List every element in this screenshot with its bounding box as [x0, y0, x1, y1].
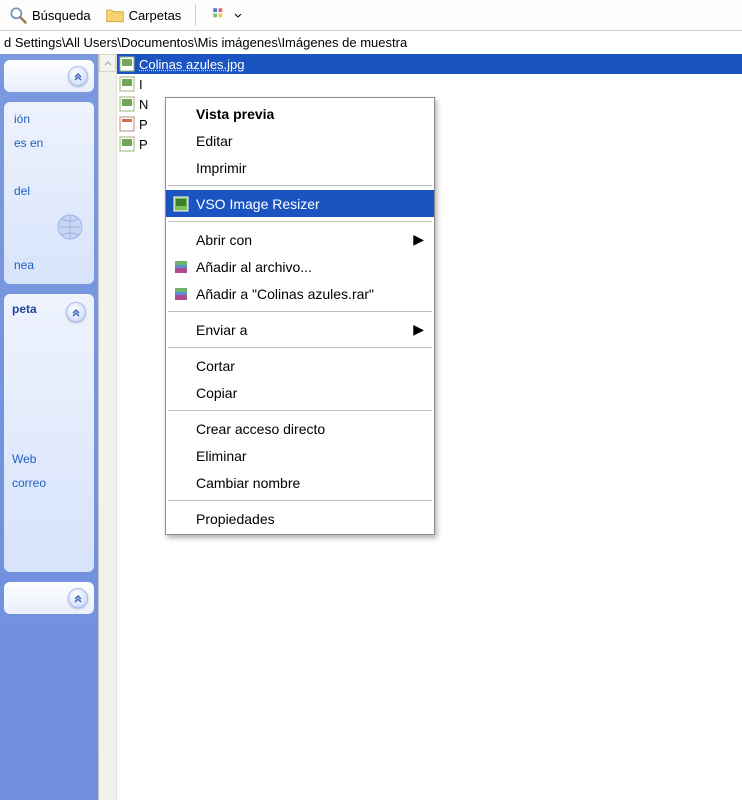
ctx-separator: [168, 410, 432, 411]
sidebar-panel-collapse-bottom: [4, 582, 94, 614]
sidebar-panel-tasks: ión es en del nea: [4, 102, 94, 284]
ctx-separator: [168, 347, 432, 348]
image-file-icon: [119, 56, 135, 72]
ctx-properties[interactable]: Propiedades: [166, 505, 434, 532]
scrollbar-vertical[interactable]: [99, 54, 117, 800]
toolbar: Búsqueda Carpetas: [0, 0, 742, 30]
folder-icon: [105, 5, 125, 25]
collapse-button[interactable]: [66, 302, 86, 322]
ctx-delete[interactable]: Eliminar: [166, 442, 434, 469]
file-name: P: [139, 137, 148, 152]
file-row[interactable]: I: [117, 74, 742, 94]
winrar-icon: [172, 258, 190, 276]
scroll-up-button[interactable]: [99, 54, 116, 72]
ctx-separator: [168, 500, 432, 501]
ctx-add-rar[interactable]: Añadir a "Colinas azules.rar": [166, 280, 434, 307]
toolbar-separator: [195, 4, 196, 26]
ctx-separator: [168, 185, 432, 186]
ctx-vso-resizer[interactable]: VSO Image Resizer: [166, 190, 434, 217]
ctx-copy[interactable]: Copiar: [166, 379, 434, 406]
search-button[interactable]: Búsqueda: [4, 3, 95, 27]
ctx-rename[interactable]: Cambiar nombre: [166, 469, 434, 496]
sidebar-task-item[interactable]: es en: [14, 136, 86, 150]
file-name: I: [139, 77, 143, 92]
context-menu: Vista previa Editar Imprimir VSO Image R…: [165, 97, 435, 535]
sidebar-task-item[interactable]: ión: [14, 112, 86, 126]
sidebar-task-item[interactable]: Web: [12, 452, 86, 466]
globe-icon: [54, 211, 86, 246]
sidebar-task-item[interactable]: del: [14, 184, 86, 198]
search-label: Búsqueda: [32, 8, 91, 23]
submenu-arrow-icon: ▶: [413, 231, 424, 248]
image-file-icon: [119, 136, 135, 152]
sidebar-task-item[interactable]: nea: [14, 258, 86, 272]
file-name: P: [139, 117, 148, 132]
submenu-arrow-icon: ▶: [413, 321, 424, 338]
view-button[interactable]: [206, 3, 246, 27]
view-icon: [210, 5, 230, 25]
image-file-icon: [119, 76, 135, 92]
file-name: Colinas azules.jpg: [139, 57, 245, 72]
vso-icon: [172, 195, 190, 213]
image-file-icon: [119, 96, 135, 112]
sidebar: ión es en del nea peta Web correo: [0, 54, 98, 800]
file-name: N: [139, 97, 148, 112]
sidebar-panel-collapse-top: [4, 60, 94, 92]
ctx-separator: [168, 221, 432, 222]
ctx-open-with[interactable]: Abrir con ▶: [166, 226, 434, 253]
html-file-icon: [119, 116, 135, 132]
ctx-edit[interactable]: Editar: [166, 127, 434, 154]
winrar-icon: [172, 285, 190, 303]
address-path: d Settings\All Users\Documentos\Mis imág…: [4, 35, 407, 50]
collapse-button[interactable]: [68, 588, 88, 608]
sidebar-panel-title: peta: [12, 302, 37, 316]
ctx-preview[interactable]: Vista previa: [166, 100, 434, 127]
sidebar-panel-folder: peta Web correo: [4, 294, 94, 572]
ctx-send-to[interactable]: Enviar a ▶: [166, 316, 434, 343]
ctx-print[interactable]: Imprimir: [166, 154, 434, 181]
address-bar[interactable]: d Settings\All Users\Documentos\Mis imág…: [0, 30, 742, 54]
ctx-add-archive[interactable]: Añadir al archivo...: [166, 253, 434, 280]
collapse-button[interactable]: [68, 66, 88, 86]
dropdown-arrow-icon: [234, 8, 242, 23]
folders-label: Carpetas: [129, 8, 182, 23]
ctx-cut[interactable]: Cortar: [166, 352, 434, 379]
sidebar-task-item[interactable]: correo: [12, 476, 86, 490]
ctx-create-shortcut[interactable]: Crear acceso directo: [166, 415, 434, 442]
search-icon: [8, 5, 28, 25]
ctx-separator: [168, 311, 432, 312]
file-row[interactable]: Colinas azules.jpg: [117, 54, 742, 74]
folders-button[interactable]: Carpetas: [101, 3, 186, 27]
sidebar-panel-header: peta: [12, 302, 86, 322]
